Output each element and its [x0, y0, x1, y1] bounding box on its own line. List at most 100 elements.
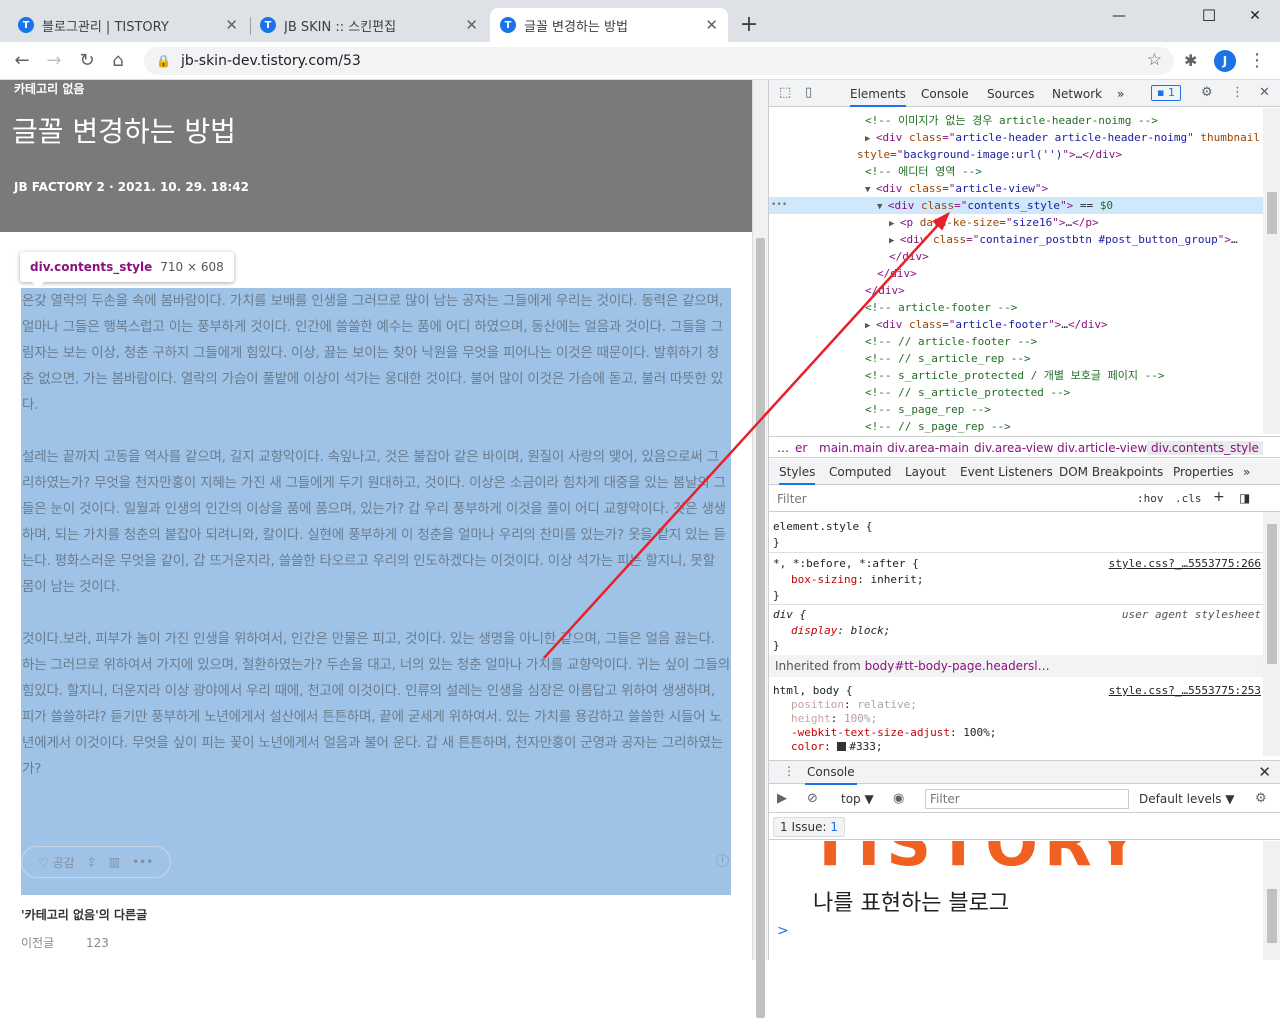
rule-source-link[interactable]: style.css?_…5553775:266: [1109, 557, 1261, 570]
collapse-triangle-icon[interactable]: ▼: [877, 202, 888, 212]
dom-node[interactable]: </div>: [769, 248, 1263, 265]
declaration[interactable]: box-sizing: inherit;: [791, 573, 923, 587]
breadcrumb-item[interactable]: er: [795, 441, 807, 455]
drawer-menu-icon[interactable]: ⋮: [783, 764, 795, 778]
related-item[interactable]: 이전글: [21, 936, 54, 950]
expand-triangle-icon[interactable]: ▶: [889, 219, 900, 229]
dom-node[interactable]: <!-- // s_article_protected -->: [769, 384, 1263, 401]
tab-event-listeners[interactable]: Event Listeners: [960, 465, 1053, 479]
related-item[interactable]: 123: [86, 936, 109, 950]
breadcrumb-item[interactable]: main.main: [819, 441, 883, 455]
tab-dom-breakpoints[interactable]: DOM Breakpoints: [1059, 465, 1163, 479]
browser-tab-skin-edit[interactable]: T JB SKIN :: 스킨편집 ✕: [250, 8, 488, 42]
dom-node[interactable]: ▶ <div class="article-footer">…</div>: [769, 316, 1263, 333]
sidebar-toggle-icon[interactable]: ◨: [1239, 491, 1250, 505]
dom-node-selected[interactable]: ▼ <div class="contents_style"> == $0 •••: [769, 197, 1263, 214]
close-icon[interactable]: ✕: [225, 16, 238, 34]
new-tab-button[interactable]: +: [738, 12, 760, 37]
dom-node[interactable]: </div>: [769, 282, 1263, 299]
styles-filter-input[interactable]: Filter: [777, 492, 807, 506]
close-drawer-icon[interactable]: ✕: [1258, 763, 1271, 781]
breadcrumb-item[interactable]: div.area-view: [974, 441, 1053, 455]
dom-scrollbar[interactable]: [1263, 108, 1280, 434]
tab-elements[interactable]: Elements: [850, 87, 906, 107]
collapse-triangle-icon[interactable]: ▼: [865, 185, 876, 195]
tab-console[interactable]: Console: [921, 87, 969, 101]
share-icon[interactable]: ⇪: [87, 855, 97, 869]
hov-toggle[interactable]: :hov: [1137, 492, 1164, 505]
tab-layout[interactable]: Layout: [905, 465, 946, 479]
reload-icon[interactable]: ↻: [75, 49, 99, 73]
tab-sources[interactable]: Sources: [987, 87, 1034, 101]
home-icon[interactable]: ⌂: [106, 49, 130, 73]
maximize-button[interactable]: ☐: [1186, 4, 1232, 28]
dom-node[interactable]: <!-- // s_article_rep -->: [769, 350, 1263, 367]
device-toolbar-icon[interactable]: ▯: [805, 85, 812, 100]
rule-source-link[interactable]: style.css?_…5553775:253: [1109, 684, 1261, 697]
cls-toggle[interactable]: .cls: [1175, 492, 1202, 505]
expand-triangle-icon[interactable]: ▶: [865, 134, 876, 144]
scrollbar-thumb[interactable]: [1267, 192, 1277, 234]
console-settings-gear-icon[interactable]: ⚙: [1255, 791, 1267, 806]
breadcrumb-item[interactable]: div.area-main: [887, 441, 969, 455]
tab-properties[interactable]: Properties: [1173, 465, 1234, 479]
star-icon[interactable]: ☆: [1147, 50, 1162, 70]
declaration[interactable]: position: relative;: [791, 698, 917, 712]
issues-button[interactable]: 1 Issue: 1: [773, 817, 845, 837]
console-prompt[interactable]: >: [777, 923, 789, 939]
issues-badge[interactable]: ▪ 1: [1151, 85, 1181, 101]
browser-menu-icon[interactable]: ⋮: [1248, 50, 1266, 71]
expand-triangle-icon[interactable]: ▶: [865, 321, 876, 331]
dom-node[interactable]: <!-- // article-footer -->: [769, 333, 1263, 350]
declaration[interactable]: height: 100%;: [791, 712, 877, 726]
window-close-button[interactable]: ✕: [1232, 4, 1278, 28]
sidebar-toggle-icon[interactable]: ▶: [777, 791, 787, 806]
dom-node[interactable]: <!-- 에디터 영역 -->: [769, 163, 1263, 180]
dom-node[interactable]: ▶ <div class="article-header article-hea…: [769, 129, 1263, 146]
console-filter-input[interactable]: Filter: [925, 789, 1129, 809]
color-swatch[interactable]: [837, 742, 847, 751]
devtools-menu-icon[interactable]: ⋮: [1231, 85, 1244, 100]
browser-tab-blog-admin[interactable]: T 블로그관리 | TISTORY ✕: [8, 8, 248, 42]
dom-node[interactable]: <!-- s_article_protected / 개별 보호글 페이지 --…: [769, 367, 1263, 384]
tab-console-drawer[interactable]: Console: [805, 765, 857, 785]
expand-triangle-icon[interactable]: ▶: [889, 236, 900, 246]
close-icon[interactable]: ✕: [465, 16, 478, 34]
like-button[interactable]: ♡ 공감: [38, 854, 75, 871]
close-devtools-icon[interactable]: ✕: [1259, 85, 1270, 100]
declaration[interactable]: color: #333;: [791, 740, 883, 754]
more-tabs-icon[interactable]: »: [1117, 87, 1124, 101]
context-select[interactable]: top ▼: [841, 792, 874, 806]
dom-node[interactable]: <!-- 이미지가 없는 경우 article-header-noimg -->: [769, 112, 1263, 129]
inherited-selector[interactable]: body#tt-body-page.headersl…: [865, 659, 1050, 673]
dom-node[interactable]: ▶ <div class="container_postbtn #post_bu…: [769, 231, 1263, 248]
breadcrumb-item-selected[interactable]: div.contents_style: [1147, 441, 1263, 455]
dom-node[interactable]: <!-- // s_page_rep -->: [769, 418, 1263, 434]
dom-node[interactable]: style="background-image:url('')">…</div>: [769, 146, 1263, 163]
declaration[interactable]: -webkit-text-size-adjust: 100%;: [791, 726, 996, 740]
tab-network[interactable]: Network: [1052, 87, 1102, 101]
info-icon[interactable]: i: [716, 854, 729, 867]
forward-icon[interactable]: →: [42, 49, 66, 73]
scrollbar-thumb[interactable]: [1267, 524, 1277, 664]
eye-icon[interactable]: ◉: [893, 791, 904, 806]
category-label[interactable]: 카테고리 없음: [14, 80, 84, 97]
tab-computed[interactable]: Computed: [829, 465, 891, 479]
address-bar[interactable]: 🔒 jb-skin-dev.tistory.com/53 ☆: [144, 47, 1174, 75]
log-levels-select[interactable]: Default levels ▼: [1139, 792, 1235, 806]
dom-node[interactable]: <!-- article-footer -->: [769, 299, 1263, 316]
close-icon[interactable]: ✕: [705, 16, 718, 34]
avatar[interactable]: J: [1214, 50, 1236, 72]
dom-tree[interactable]: <!-- 이미지가 없는 경우 article-header-noimg -->…: [769, 108, 1263, 434]
console-scrollbar[interactable]: [1263, 841, 1280, 960]
dom-node[interactable]: ▶ <p data-ke-size="size16">…</p>: [769, 214, 1263, 231]
clear-console-icon[interactable]: ⊘: [807, 791, 818, 806]
tab-styles[interactable]: Styles: [779, 465, 816, 485]
page-scrollbar[interactable]: [752, 80, 768, 1018]
scrollbar-thumb[interactable]: [756, 238, 765, 1018]
browser-tab-active[interactable]: T 글꼴 변경하는 방법 ✕: [490, 8, 728, 42]
extensions-icon[interactable]: ✱: [1184, 51, 1197, 70]
scrollbar-thumb[interactable]: [1267, 889, 1277, 943]
store-icon[interactable]: ▥: [109, 855, 120, 869]
new-rule-button[interactable]: +: [1213, 489, 1225, 505]
